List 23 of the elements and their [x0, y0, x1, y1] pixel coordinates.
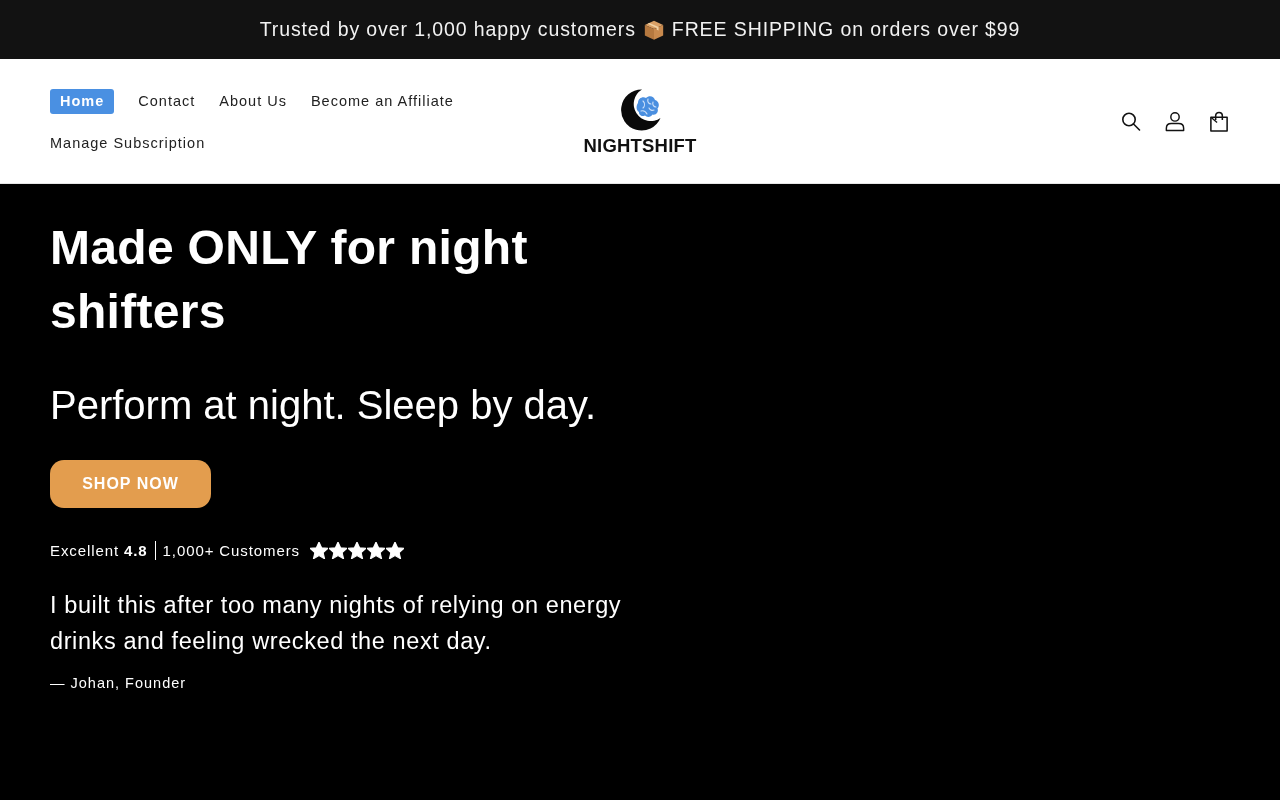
star-icon — [386, 541, 404, 559]
hero-heading: Made ONLY for night shifters — [50, 220, 529, 340]
logo-text[interactable]: NIGHTSHIFT — [583, 136, 697, 156]
star-icon — [348, 541, 366, 559]
quote-attribution: — Johan, Founder — [50, 675, 188, 691]
moon-brain-logo-icon[interactable] — [618, 88, 662, 132]
announcement-text: Trusted by over 1,000 happy customers — [259, 18, 636, 41]
customer-count: 1,000+ Customers — [162, 541, 300, 559]
nav-link[interactable]: About Us — [219, 88, 287, 114]
star-icon — [329, 541, 347, 559]
nav-link[interactable]: Contact — [138, 88, 196, 114]
rating-text: Excellent 4.8 — [50, 541, 148, 559]
user-icon[interactable] — [1165, 110, 1185, 132]
nav-link[interactable]: Manage Subscription — [50, 130, 206, 156]
package-icon — [642, 18, 665, 41]
star-icon — [367, 541, 385, 559]
search-icon[interactable] — [1121, 110, 1141, 132]
hero-subheading: Perform at night. Sleep by day. — [50, 382, 598, 429]
founder-quote: I built this after too many nights of relying on energy drinks and feeling wrecked the next day. — [50, 591, 623, 656]
star-icon — [310, 541, 328, 559]
nav-link[interactable]: Become an Affiliate — [310, 88, 454, 114]
shopping-bag-icon[interactable] — [1209, 110, 1229, 132]
announcement-text: FREE SHIPPING on orders over $99 — [671, 18, 1021, 41]
